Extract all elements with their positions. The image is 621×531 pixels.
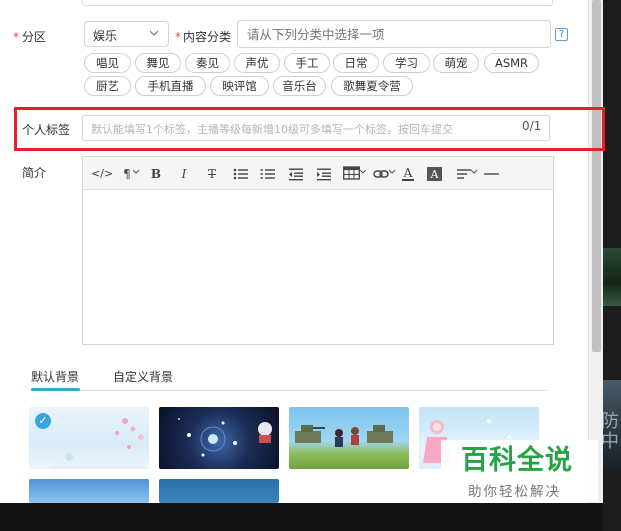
category-tag[interactable]: ASMR	[484, 53, 539, 73]
background-thumbnail[interactable]	[159, 407, 279, 469]
indent-icon[interactable]	[316, 166, 332, 182]
category-tag[interactable]: 舞见	[135, 53, 181, 73]
background-thumbnail[interactable]	[289, 407, 409, 469]
tab-default-background[interactable]: 默认背景	[31, 368, 79, 385]
font-color-icon[interactable]: A	[401, 166, 415, 182]
unordered-list-icon[interactable]	[233, 166, 249, 182]
editor-toolbar: </> ¶ B I T A A	[83, 157, 553, 190]
align-icon[interactable]	[456, 166, 472, 182]
category-tag[interactable]: 手工	[284, 53, 330, 73]
category-tag[interactable]: 唱见	[84, 53, 131, 73]
paragraph-icon[interactable]: ¶	[121, 166, 133, 182]
chevron-down-icon	[360, 169, 366, 185]
settings-panel: *分区 娱乐 *内容分类 ? 唱见 舞见 奏见 声优 手工 日常 学习 萌宠 A…	[0, 0, 590, 503]
tab-custom-background[interactable]: 自定义背景	[113, 368, 173, 385]
tabs-divider	[31, 390, 549, 391]
category-tag[interactable]: 映评馆	[210, 76, 269, 96]
help-icon[interactable]: ?	[555, 28, 568, 41]
partition-value: 娱乐	[93, 29, 118, 43]
night-planet-scene	[178, 418, 272, 457]
watermark-title: 百科全说	[461, 445, 573, 476]
category-tag[interactable]: 音乐台	[273, 76, 326, 96]
background-thumbnail[interactable]	[29, 479, 149, 503]
html-source-icon[interactable]: </>	[91, 166, 113, 182]
tank-field-scene	[295, 425, 393, 447]
partition-label: * 分区	[13, 30, 47, 44]
highlight-box	[14, 107, 605, 151]
outdent-icon[interactable]	[288, 166, 304, 182]
chevron-down-icon	[389, 169, 395, 185]
link-icon[interactable]	[373, 166, 389, 182]
active-tab-indicator	[31, 388, 80, 391]
strikethrough-icon[interactable]: T	[205, 166, 219, 182]
ordered-list-icon[interactable]	[260, 166, 276, 182]
selected-check-icon: ✓	[35, 413, 51, 429]
svg-text:A: A	[430, 168, 440, 181]
horizontal-rule-icon[interactable]	[483, 166, 500, 182]
category-tag[interactable]: 萌宠	[433, 53, 479, 73]
content-category-label: * 内容分类	[175, 30, 232, 44]
category-tag[interactable]: 奏见	[185, 53, 230, 73]
previous-field-edge	[82, 0, 553, 6]
svg-text:A: A	[403, 166, 413, 180]
background-thumbnail[interactable]	[159, 479, 279, 503]
background-color-icon[interactable]: A	[427, 166, 442, 182]
background-image	[603, 248, 621, 306]
chevron-down-icon	[150, 30, 158, 36]
table-icon[interactable]	[343, 166, 360, 182]
italic-icon[interactable]: I	[178, 166, 190, 182]
content-category-input[interactable]	[237, 20, 551, 48]
intro-editor[interactable]: </> ¶ B I T A A	[82, 156, 554, 345]
category-tag[interactable]: 声优	[234, 53, 280, 73]
chevron-down-icon	[471, 169, 477, 185]
category-tag[interactable]: 学习	[383, 53, 430, 73]
category-tag[interactable]: 厨艺	[84, 76, 131, 96]
bold-icon[interactable]: B	[150, 166, 162, 182]
scrollbar-thumb[interactable]	[592, 0, 601, 352]
category-tag[interactable]: 歌舞夏令营	[331, 76, 413, 96]
category-tag[interactable]: 手机直播	[135, 76, 206, 96]
intro-label: 简介	[22, 166, 47, 180]
category-tag[interactable]: 日常	[333, 53, 379, 73]
scrollbar[interactable]	[588, 0, 603, 503]
background-text: 防中	[601, 411, 619, 452]
chevron-down-icon	[133, 169, 139, 185]
watermark-subtitle: 助你轻松解决	[468, 484, 561, 500]
